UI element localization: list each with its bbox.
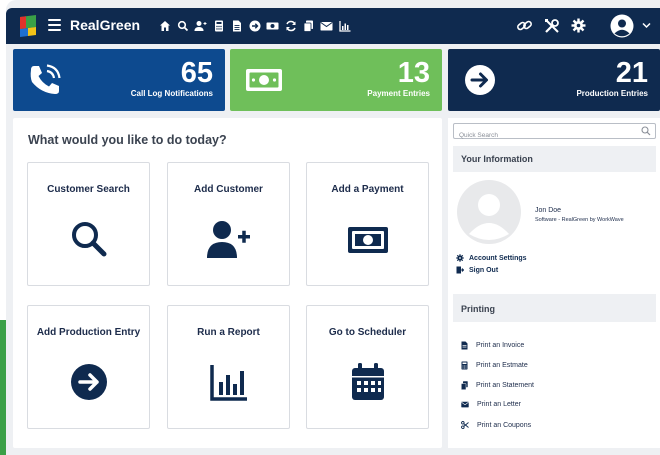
sign-out-icon	[456, 266, 464, 274]
tile-add-customer[interactable]: Add Customer	[167, 162, 290, 286]
link-icon[interactable]	[516, 17, 533, 34]
stat-label: Payment Entries	[367, 89, 430, 98]
stat-label: Call Log Notifications	[130, 89, 213, 98]
menu-toggle-icon[interactable]	[48, 19, 61, 31]
top-navbar: RealGreen	[6, 8, 660, 44]
calculator-icon[interactable]	[212, 18, 225, 33]
tile-label: Customer Search	[47, 184, 130, 195]
stat-card-production-entries[interactable]: 21 Production Entries	[448, 49, 660, 111]
printing-header: Printing	[453, 294, 656, 322]
mail-icon[interactable]	[320, 18, 333, 33]
print-statement-link[interactable]: Print an Statement	[461, 381, 534, 390]
print-item-label: Print an Estmate	[476, 362, 528, 369]
sign-out-label: Sign Out	[469, 266, 499, 274]
cash-icon	[347, 227, 388, 253]
avatar[interactable]	[457, 180, 521, 244]
print-item-label: Print an Invoice	[476, 342, 525, 349]
print-coupons-link[interactable]: Print an Coupons	[461, 421, 531, 429]
sync-icon[interactable]	[284, 18, 297, 33]
search-icon[interactable]	[176, 18, 189, 33]
chevron-down-icon[interactable]	[642, 22, 651, 29]
estimate-icon	[461, 361, 468, 370]
utility-icons	[516, 17, 587, 34]
search-icon	[71, 222, 106, 257]
quick-search	[453, 123, 656, 143]
tile-go-to-scheduler[interactable]: Go to Scheduler	[306, 305, 429, 429]
arrow-right-circle-icon[interactable]	[248, 18, 261, 33]
print-letter-link[interactable]: Print an Letter	[461, 401, 521, 408]
your-information-header: Your Information	[453, 146, 656, 172]
account-settings-link[interactable]: Account Settings	[456, 254, 527, 262]
tile-label: Go to Scheduler	[328, 327, 407, 338]
cash-icon	[246, 69, 282, 91]
add-user-icon	[206, 221, 250, 258]
tile-customer-search[interactable]: Customer Search	[27, 162, 150, 286]
arrow-right-circle-icon	[70, 364, 107, 400]
tile-add-production-entry[interactable]: Add Production Entry	[27, 305, 150, 429]
cash-icon[interactable]	[266, 18, 279, 33]
sign-out-link[interactable]: Sign Out	[456, 266, 498, 274]
home-icon[interactable]	[158, 18, 171, 33]
page-title: What would you like to do today?	[28, 133, 227, 147]
stat-card-call-log[interactable]: 65 Call Log Notifications	[13, 49, 225, 111]
quick-actions-panel: What would you like to do today? Custome…	[13, 118, 442, 448]
user-circle-icon[interactable]	[610, 14, 634, 38]
realgreen-logo[interactable]	[18, 15, 38, 37]
search-icon[interactable]	[641, 126, 651, 136]
tile-label: Run a Report	[197, 327, 260, 338]
chart-icon[interactable]	[338, 18, 351, 33]
phone-call-icon	[30, 64, 61, 94]
sidebar-panel: Your Information Jon Doe Software - Real…	[448, 118, 660, 448]
print-item-label: Print an Letter	[477, 401, 521, 408]
stat-value: 65	[180, 57, 213, 89]
tile-add-payment[interactable]: Add a Payment	[306, 162, 429, 286]
invoice-icon	[461, 341, 468, 350]
stat-value: 13	[397, 57, 430, 89]
gear-icon[interactable]	[570, 17, 587, 34]
print-item-label: Print an Coupons	[477, 421, 532, 429]
tile-label: Add Production Entry	[36, 327, 141, 338]
stat-label: Production Entries	[576, 89, 648, 98]
nav-icon-bar	[158, 18, 351, 33]
tile-label: Add Customer	[194, 184, 263, 195]
quick-search-input[interactable]	[454, 128, 634, 143]
user-name: Jon Doe	[535, 207, 562, 214]
copy-icon[interactable]	[302, 18, 315, 33]
print-item-label: Print an Statement	[476, 382, 534, 389]
bar-chart-icon	[209, 365, 247, 401]
gear-icon	[456, 254, 464, 262]
add-user-icon[interactable]	[194, 18, 207, 33]
mail-icon	[461, 401, 469, 408]
tile-run-report[interactable]: Run a Report	[167, 305, 290, 429]
print-estimate-link[interactable]: Print an Estmate	[461, 361, 528, 370]
print-invoice-link[interactable]: Print an Invoice	[461, 341, 524, 350]
stat-card-payment-entries[interactable]: 13 Payment Entries	[230, 49, 442, 111]
arrow-right-circle-icon	[465, 65, 495, 95]
tools-icon[interactable]	[543, 17, 560, 34]
calendar-icon	[351, 363, 384, 400]
user-organization: Software - RealGreen by WorkWave	[535, 217, 624, 223]
tile-label: Add a Payment	[331, 184, 404, 195]
stat-value: 21	[615, 57, 648, 89]
brand-name: RealGreen	[70, 17, 141, 33]
document-icon[interactable]	[230, 18, 243, 33]
scissors-icon	[461, 421, 469, 429]
copy-icon	[461, 381, 468, 390]
account-settings-label: Account Settings	[469, 254, 527, 262]
